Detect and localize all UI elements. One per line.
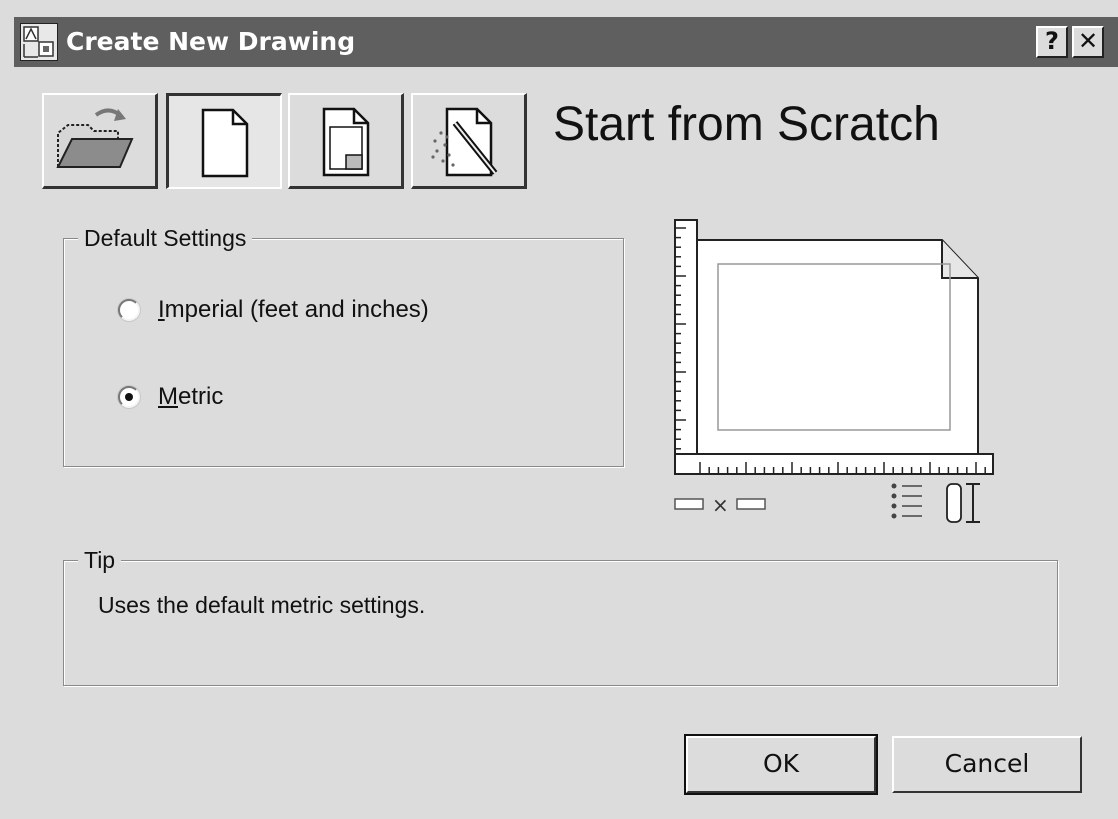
metric-radio[interactable]: [118, 386, 140, 408]
imperial-label[interactable]: Imperial (feet and inches): [158, 295, 429, 325]
default-settings-group: Default Settings: [63, 224, 624, 467]
open-folder-icon: [56, 108, 134, 168]
default-settings-label: Default Settings: [78, 224, 253, 252]
blank-page-icon: [201, 108, 249, 178]
tip-group: Tip: [63, 546, 1058, 686]
close-button[interactable]: ✕: [1072, 26, 1104, 58]
metric-label[interactable]: Metric: [158, 382, 223, 412]
tip-label: Tip: [78, 546, 122, 574]
window-title: Create New Drawing: [66, 27, 356, 56]
page-heading: Start from Scratch: [553, 98, 940, 151]
close-icon: ✕: [1077, 27, 1099, 55]
template-page-icon: [322, 107, 370, 177]
create-new-drawing-dialog: Create New Drawing ? ✕ Start from Scratc…: [0, 0, 1118, 819]
imperial-radio[interactable]: [118, 299, 140, 321]
times-symbol: ×: [712, 493, 729, 517]
wizard-wand-icon: [431, 107, 498, 177]
list-icon: [891, 483, 922, 519]
title-bar[interactable]: Create New Drawing ? ✕: [14, 17, 1118, 67]
height-icon: [946, 483, 980, 523]
cancel-button[interactable]: Cancel: [892, 736, 1082, 793]
drawing-preview: ×: [670, 218, 1000, 533]
use-template-button[interactable]: [288, 93, 404, 189]
app-icon: [20, 23, 58, 61]
ok-button[interactable]: OK: [684, 734, 878, 795]
open-drawing-button[interactable]: [42, 93, 158, 189]
help-button[interactable]: ?: [1036, 26, 1068, 58]
use-wizard-button[interactable]: [411, 93, 527, 189]
start-from-scratch-button[interactable]: [166, 93, 282, 189]
tip-text: Uses the default metric settings.: [98, 592, 426, 618]
